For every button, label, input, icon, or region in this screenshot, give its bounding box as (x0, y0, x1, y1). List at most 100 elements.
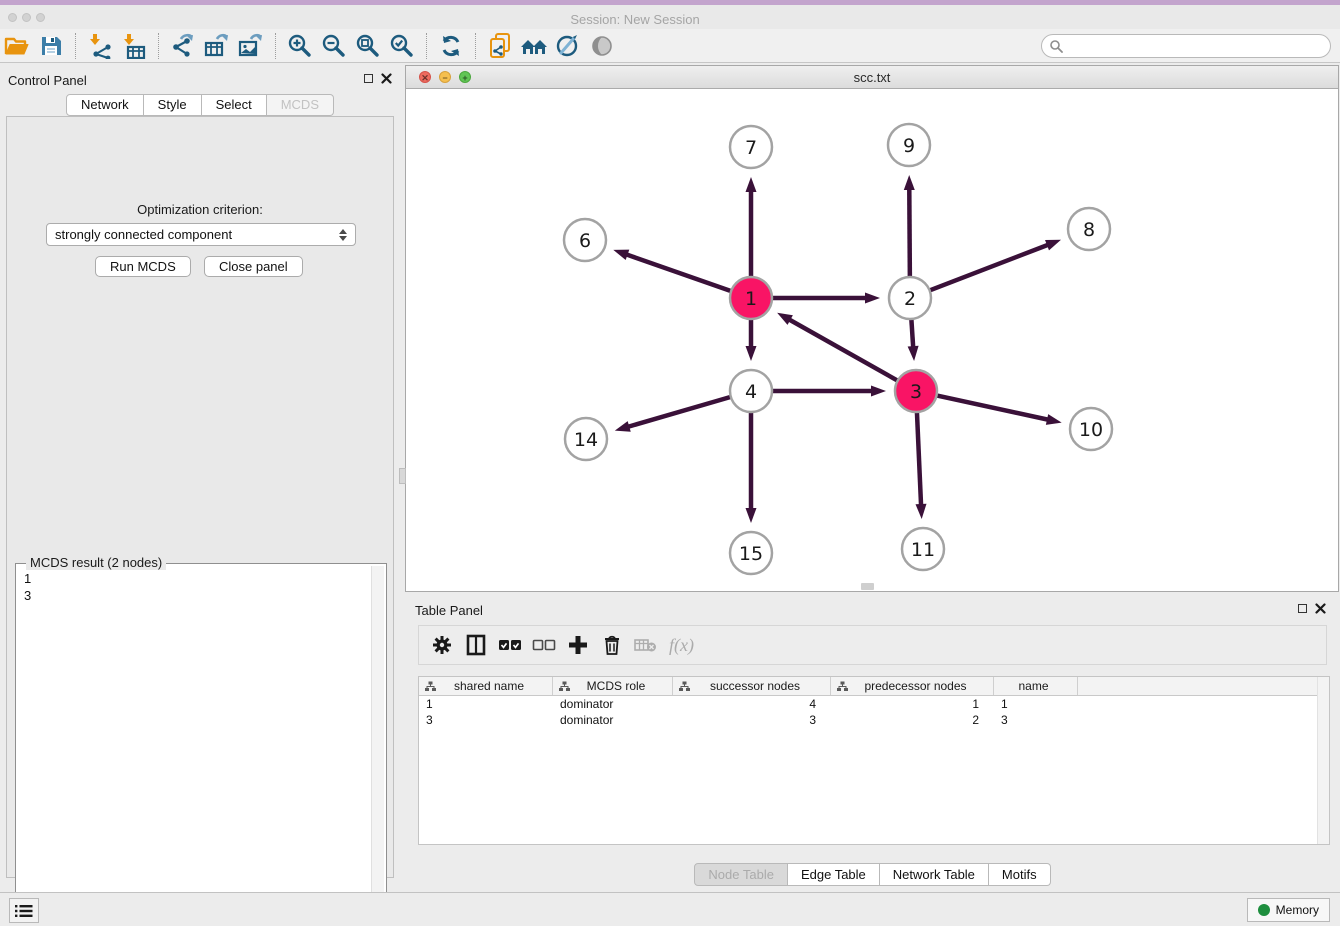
graph-node-label-2: 2 (904, 288, 916, 310)
graph-node-label-7: 7 (745, 137, 757, 159)
select-all-icon[interactable] (495, 630, 525, 660)
graph-edge-3-1[interactable] (788, 319, 897, 381)
tab-select[interactable]: Select (202, 94, 267, 116)
run-mcds-button[interactable]: Run MCDS (95, 256, 191, 277)
function-builder-icon: f(x) (669, 635, 694, 656)
column-tree-icon (679, 681, 690, 692)
toolbar-separator (275, 33, 276, 59)
mcds-tab-body: Optimization criterion: strongly connect… (6, 116, 394, 878)
import-table-icon[interactable] (117, 31, 151, 61)
close-table-panel-icon[interactable] (1315, 603, 1326, 614)
table-scrollbar[interactable] (1317, 677, 1329, 844)
toolbar-separator (75, 33, 76, 59)
graph-node-label-15: 15 (739, 543, 763, 565)
graph-edge-4-14[interactable] (627, 397, 731, 427)
home-view-icon[interactable] (517, 31, 551, 61)
tab-network[interactable]: Network (66, 94, 144, 116)
graph-node-label-1: 1 (745, 288, 757, 310)
graph-edge-arrowhead (904, 175, 915, 190)
deselect-all-icon[interactable] (529, 630, 559, 660)
table-row[interactable]: 3dominator323 (419, 712, 1329, 728)
export-network-icon[interactable] (166, 31, 200, 61)
graph-edge-arrowhead (613, 250, 629, 260)
graph-edge-arrowhead (871, 386, 886, 397)
cell-predecessor_nodes[interactable]: 1 (831, 696, 994, 712)
open-session-icon[interactable] (0, 31, 34, 61)
cell-name[interactable]: 3 (994, 712, 1078, 728)
zoom-in-icon[interactable] (283, 31, 317, 61)
network-window-titlebar[interactable]: ✕ − + scc.txt (406, 66, 1338, 89)
float-table-panel-icon[interactable] (1298, 604, 1307, 613)
network-resize-grip[interactable] (861, 583, 874, 590)
control-panel-title: Control Panel (8, 73, 87, 88)
column-header-shared_name[interactable]: shared name (419, 677, 553, 695)
tab-node-table[interactable]: Node Table (694, 863, 788, 886)
status-bar: Memory (0, 892, 1340, 926)
network-graph[interactable]: 7968124314101511 (406, 89, 1338, 591)
search-input[interactable] (1041, 34, 1331, 58)
result-scrollbar[interactable] (371, 566, 384, 926)
graph-edge-arrowhead (746, 508, 757, 523)
tab-style[interactable]: Style (144, 94, 202, 116)
mcds-result-list[interactable]: 1 3 (24, 570, 31, 604)
column-header-predecessor_nodes[interactable]: predecessor nodes (831, 677, 994, 695)
list-icon (15, 904, 33, 918)
graph-edge-arrowhead (777, 313, 793, 325)
copy-network-icon[interactable] (483, 31, 517, 61)
export-image-icon[interactable] (234, 31, 268, 61)
graph-edge-1-6[interactable] (626, 254, 732, 291)
graph-edge-2-9[interactable] (909, 188, 910, 277)
node-table: shared nameMCDS rolesuccessor nodesprede… (418, 676, 1330, 845)
graph-edge-arrowhead (746, 346, 757, 361)
cell-mcds_role[interactable]: dominator (553, 696, 673, 712)
optimization-criterion-select[interactable]: strongly connected component (46, 223, 356, 246)
cell-successor_nodes[interactable]: 4 (673, 696, 831, 712)
zoom-fit-icon[interactable] (351, 31, 385, 61)
toolbar-separator (158, 33, 159, 59)
style-brush-icon[interactable] (551, 31, 585, 61)
selected-criterion: strongly connected component (55, 227, 339, 242)
tab-motifs[interactable]: Motifs (989, 863, 1051, 886)
tab-network-table[interactable]: Network Table (880, 863, 989, 886)
graph-edge-2-3[interactable] (911, 319, 913, 348)
table-settings-gear-icon[interactable] (427, 630, 457, 660)
column-tree-icon (837, 681, 848, 692)
delete-column-trash-icon[interactable] (597, 630, 627, 660)
column-header-successor_nodes[interactable]: successor nodes (673, 677, 831, 695)
panel-splitter-handle[interactable] (399, 468, 406, 484)
tab-mcds[interactable]: MCDS (267, 94, 334, 116)
import-network-icon[interactable] (83, 31, 117, 61)
show-columns-icon[interactable] (461, 630, 491, 660)
tab-edge-table[interactable]: Edge Table (788, 863, 880, 886)
cell-shared_name[interactable]: 3 (419, 712, 553, 728)
save-session-icon[interactable] (34, 31, 68, 61)
cell-shared_name[interactable]: 1 (419, 696, 553, 712)
graph-node-label-11: 11 (911, 539, 935, 561)
graph-edge-3-10[interactable] (937, 395, 1049, 419)
column-header-name[interactable]: name (994, 677, 1078, 695)
add-column-icon[interactable] (563, 630, 593, 660)
export-table-icon[interactable] (200, 31, 234, 61)
close-panel-button[interactable]: Close panel (204, 256, 303, 277)
float-panel-icon[interactable] (364, 74, 373, 83)
show-hide-icon[interactable] (585, 31, 619, 61)
cell-successor_nodes[interactable]: 3 (673, 712, 831, 728)
column-tree-icon (559, 681, 570, 692)
zoom-out-icon[interactable] (317, 31, 351, 61)
task-history-button[interactable] (9, 898, 39, 923)
cell-predecessor_nodes[interactable]: 2 (831, 712, 994, 728)
network-window-title: scc.txt (406, 70, 1338, 85)
table-panel-title: Table Panel (415, 603, 483, 618)
cell-name[interactable]: 1 (994, 696, 1078, 712)
cell-mcds_role[interactable]: dominator (553, 712, 673, 728)
column-header-mcds_role[interactable]: MCDS role (553, 677, 673, 695)
search-field-wrap (1041, 34, 1331, 58)
application-window: Session: New Session (0, 0, 1340, 926)
table-row[interactable]: 1dominator411 (419, 696, 1329, 712)
graph-edge-2-8[interactable] (930, 244, 1049, 290)
memory-status-button[interactable]: Memory (1247, 898, 1330, 922)
apply-layout-icon[interactable] (434, 31, 468, 61)
zoom-selected-icon[interactable] (385, 31, 419, 61)
graph-edge-3-11[interactable] (917, 412, 921, 506)
close-panel-icon[interactable] (381, 73, 392, 84)
